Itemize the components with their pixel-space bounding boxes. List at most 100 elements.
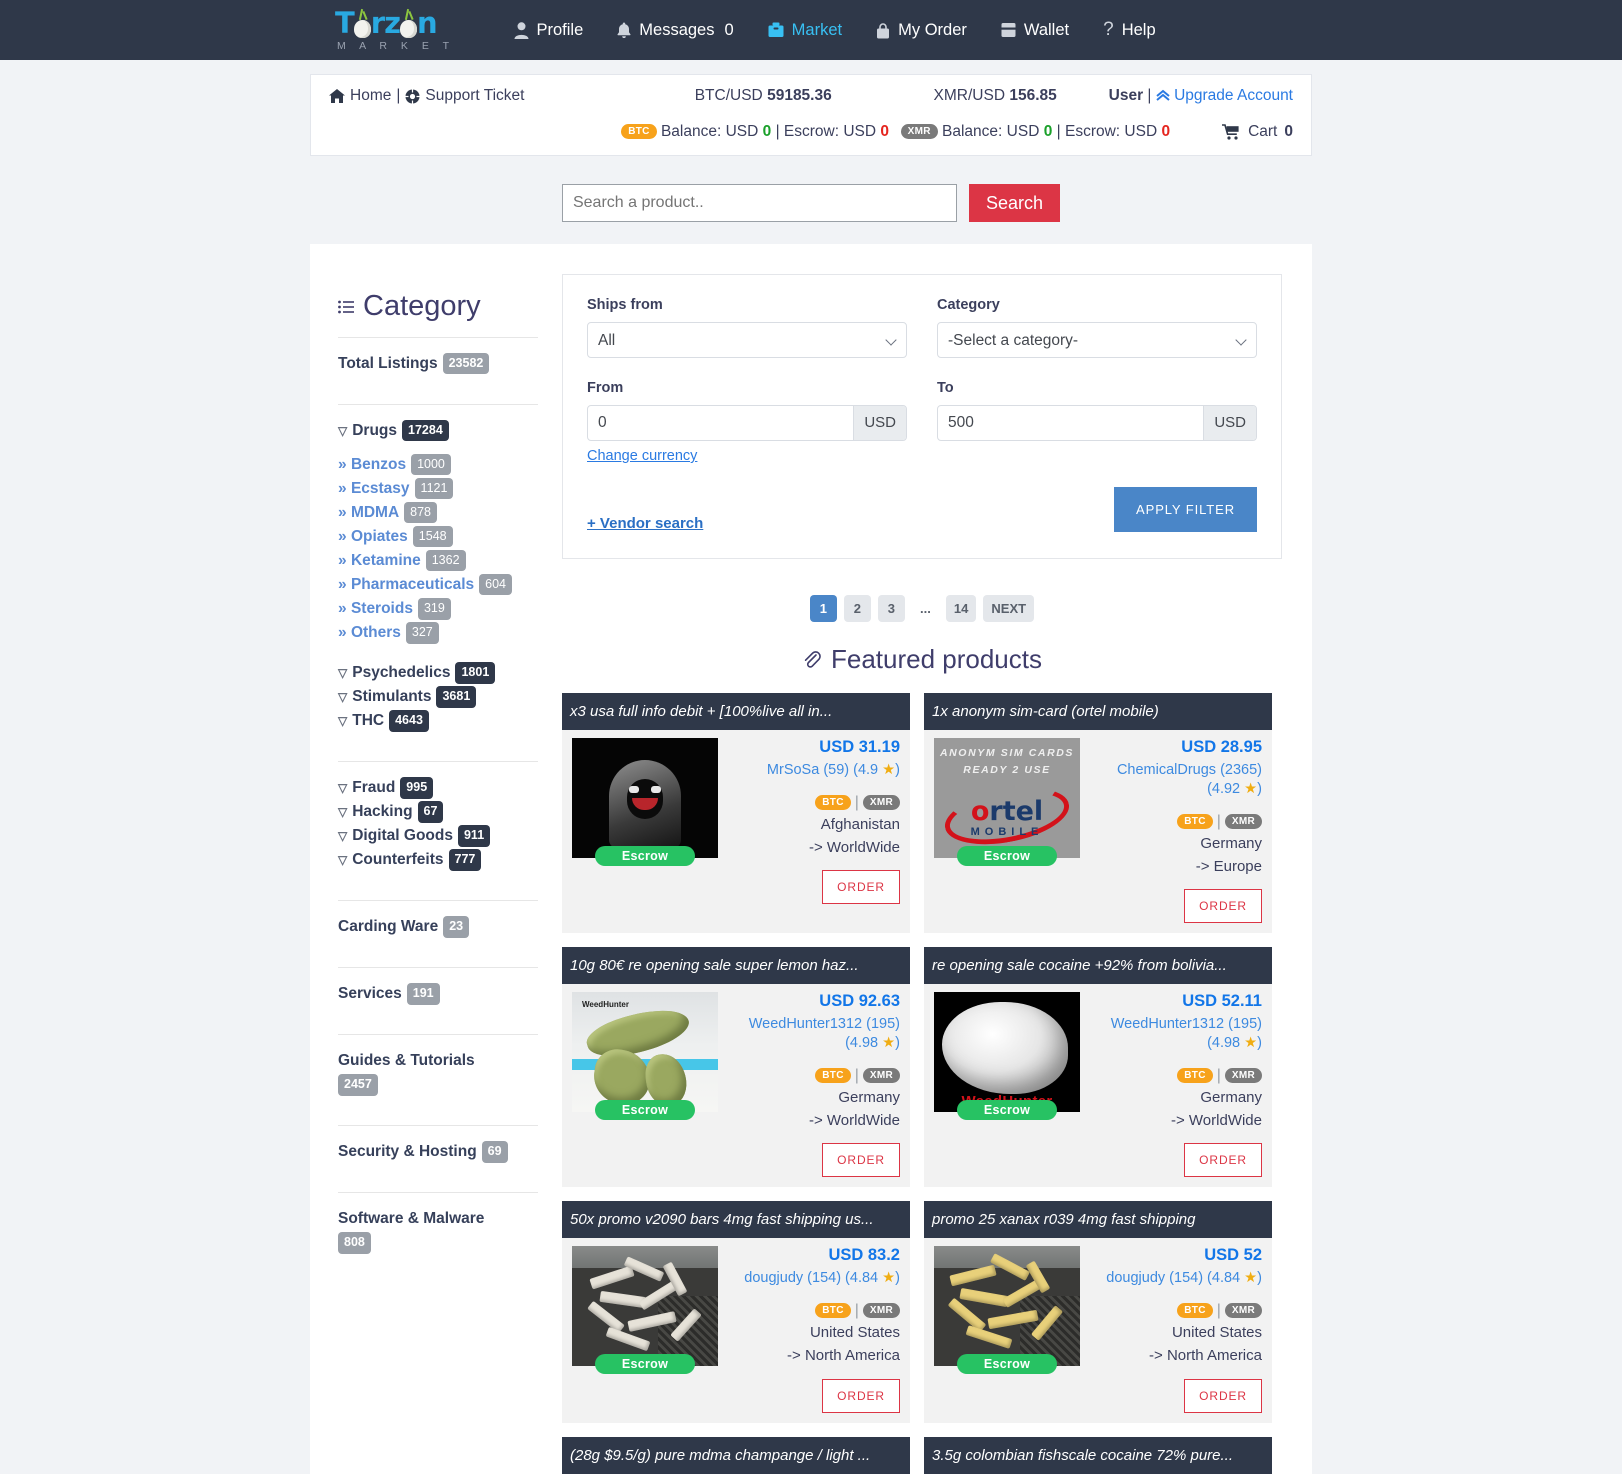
product-title[interactable]: re opening sale cocaine +92% from bolivi… (924, 947, 1272, 985)
nav-item-profile[interactable]: Profile (497, 21, 601, 40)
support-ticket-link[interactable]: Support Ticket (425, 87, 524, 105)
sidebar-item-steroids[interactable]: » Steroids 319 (338, 597, 538, 621)
product-card[interactable]: 10g 80€ re opening sale super lemon haz.… (562, 947, 910, 1188)
product-vendor[interactable]: MrSoSa (59) (4.9 ★) (724, 761, 900, 780)
change-currency-link[interactable]: Change currency (587, 448, 697, 464)
group-label: Fraud (352, 779, 396, 797)
image-brand: o (970, 796, 990, 827)
sidebar-group-hacking[interactable]: ▽ Hacking 67 (338, 800, 538, 824)
sidebar-item-mdma[interactable]: » MDMA 878 (338, 501, 538, 525)
product-image[interactable]: WeedHunter (572, 992, 718, 1113)
sidebar-item-services[interactable]: Services 191 (338, 968, 538, 1020)
account-info-panel: Home | Support Ticket BTC/USD 59185.36 X… (310, 74, 1312, 156)
vendor-search-toggle[interactable]: + Vendor search (587, 515, 703, 532)
product-card[interactable]: 1x anonym sim-card (ortel mobile) ANONYM… (924, 693, 1272, 934)
btc-pill: BTC (1177, 813, 1213, 829)
product-image[interactable] (572, 738, 718, 858)
sidebar-item-guides-tutorials[interactable]: Guides & Tutorials 2457 (338, 1035, 538, 1111)
product-card[interactable]: 3.5g colombian fishscale cocaine 72% pur… (924, 1436, 1272, 1474)
product-image[interactable] (934, 1246, 1080, 1367)
xmr-pill: XMR (1224, 813, 1262, 829)
apply-filter-button[interactable]: APPLY FILTER (1114, 487, 1257, 532)
product-title[interactable]: (28g $9.5/g) pure mdma champange / light… (562, 1436, 910, 1474)
sidebar-group-counterfeits[interactable]: ▽ Counterfeits 777 (338, 848, 538, 872)
order-button[interactable]: ORDER (1184, 889, 1262, 924)
search-input[interactable] (561, 184, 957, 222)
product-title[interactable]: promo 25 xanax r039 4mg fast shipping (924, 1201, 1272, 1239)
upgrade-account-link[interactable]: Upgrade Account (1174, 87, 1293, 104)
sidebar-item-security-hosting[interactable]: Security & Hosting 69 (338, 1126, 538, 1178)
product-title[interactable]: 10g 80€ re opening sale super lemon haz.… (562, 947, 910, 985)
page-button-3[interactable]: 3 (877, 595, 905, 622)
category-select[interactable]: -Select a category- (937, 322, 1257, 358)
home-link[interactable]: Home (350, 87, 391, 105)
product-vendor[interactable]: WeedHunter1312 (195) (4.98 ★) (724, 1015, 900, 1053)
sidebar-group-stimulants[interactable]: ▽ Stimulants 3681 (338, 685, 538, 709)
nav-item-market[interactable]: Market (751, 21, 859, 40)
page-button-1[interactable]: 1 (809, 595, 837, 622)
product-card[interactable]: 50x promo v2090 bars 4mg fast shipping u… (562, 1201, 910, 1423)
nav-item-messages[interactable]: Messages 0 (600, 21, 750, 40)
sidebar-group-psychedelics[interactable]: ▽ Psychedelics 1801 (338, 661, 538, 685)
ships-from-select[interactable]: All (587, 322, 907, 358)
main-content-card: Category Total Listings 23582 ▽ Drugs 17284… (310, 244, 1312, 1474)
drug-categories: ▽ Drugs 17284 » Benzos 1000 » Ecstasy 1121 »… (338, 405, 538, 747)
order-button[interactable]: ORDER (1184, 1143, 1262, 1178)
product-title[interactable]: 1x anonym sim-card (ortel mobile) (924, 693, 1272, 730)
featured-title: Featured products (830, 644, 1042, 674)
cart[interactable]: Cart 0 (1222, 123, 1293, 141)
search-button[interactable]: Search (968, 184, 1061, 222)
product-title[interactable]: 50x promo v2090 bars 4mg fast shipping u… (562, 1201, 910, 1239)
product-title[interactable]: x3 usa full info debit + [100%live all i… (562, 693, 910, 730)
sidebar-item-carding-ware[interactable]: Carding Ware 23 (338, 901, 538, 953)
sidebar-group-digital-goods[interactable]: ▽ Digital Goods 911 (338, 824, 538, 848)
product-vendor[interactable]: dougjudy (154) (4.84 ★) (1086, 1269, 1262, 1288)
accepted-coins: BTC | XMR (724, 1067, 900, 1085)
nav-item-my-order[interactable]: My Order (859, 21, 984, 40)
image-brand: rtel (989, 796, 1044, 827)
order-button[interactable]: ORDER (822, 870, 900, 905)
page-button-2[interactable]: 2 (843, 595, 871, 622)
sidebar-item-benzos[interactable]: » Benzos 1000 (338, 453, 538, 477)
chevron-down-icon: ▽ (338, 781, 348, 796)
order-button[interactable]: ORDER (822, 1143, 900, 1178)
nav-item-help[interactable]: ? Help (1086, 19, 1173, 41)
escrow-badge: Escrow (957, 1100, 1057, 1121)
sidebar-group-drugs[interactable]: ▽ Drugs 17284 (338, 419, 538, 443)
order-button[interactable]: ORDER (822, 1378, 900, 1413)
star-icon: ★ (882, 762, 896, 778)
sub-label: Benzos (350, 456, 407, 474)
next-page-button[interactable]: NEXT (983, 595, 1035, 622)
order-button[interactable]: ORDER (1184, 1378, 1262, 1413)
sidebar-group-thc[interactable]: ▽ THC 4643 (338, 709, 538, 733)
sidebar-item-ketamine[interactable]: » Ketamine 1362 (338, 549, 538, 573)
sidebar-item-pharmaceuticals[interactable]: » Pharmaceuticals 604 (338, 573, 538, 597)
product-image[interactable]: ANONYM SIM CARDS READY 2 USE ortel MOBIL… (934, 738, 1080, 858)
btc-escrow-label: Escrow: USD (783, 123, 877, 140)
sidebar-group-fraud[interactable]: ▽ Fraud 995 (338, 776, 538, 800)
nav-label: Messages (639, 20, 715, 39)
sidebar-item-opiates[interactable]: » Opiates 1548 (338, 525, 538, 549)
group-label: Hacking (352, 803, 413, 821)
product-image[interactable]: WeedHunter (934, 992, 1080, 1113)
store-icon (768, 22, 784, 37)
product-vendor[interactable]: WeedHunter1312 (195) (4.98 ★) (1086, 1015, 1262, 1053)
product-card[interactable]: re opening sale cocaine +92% from bolivi… (924, 947, 1272, 1188)
xmr-pill: XMR (862, 1068, 900, 1084)
product-image[interactable] (572, 1246, 718, 1367)
sidebar-item-software-malware[interactable]: Software & Malware 808 (338, 1193, 538, 1269)
ships-from-country: Germany (1200, 834, 1262, 852)
image-text: READY 2 USE (963, 764, 1051, 776)
sidebar-item-others[interactable]: » Others 327 (338, 621, 538, 645)
support-icon (405, 88, 421, 104)
product-card[interactable]: (28g $9.5/g) pure mdma champange / light… (562, 1436, 910, 1474)
sidebar-item-ecstasy[interactable]: » Ecstasy 1121 (338, 477, 538, 501)
site-logo[interactable]: Trz n M A R K E T (335, 8, 455, 52)
product-vendor[interactable]: dougjudy (154) (4.84 ★) (724, 1269, 900, 1288)
nav-item-wallet[interactable]: Wallet (984, 21, 1086, 40)
product-card[interactable]: x3 usa full info debit + [100%live all i… (562, 693, 910, 934)
product-card[interactable]: promo 25 xanax r039 4mg fast shipping Es… (924, 1201, 1272, 1423)
product-vendor[interactable]: ChemicalDrugs (2365) (4.92 ★) (1086, 761, 1262, 799)
product-title[interactable]: 3.5g colombian fishscale cocaine 72% pur… (924, 1436, 1272, 1474)
page-button-14[interactable]: 14 (945, 595, 977, 622)
